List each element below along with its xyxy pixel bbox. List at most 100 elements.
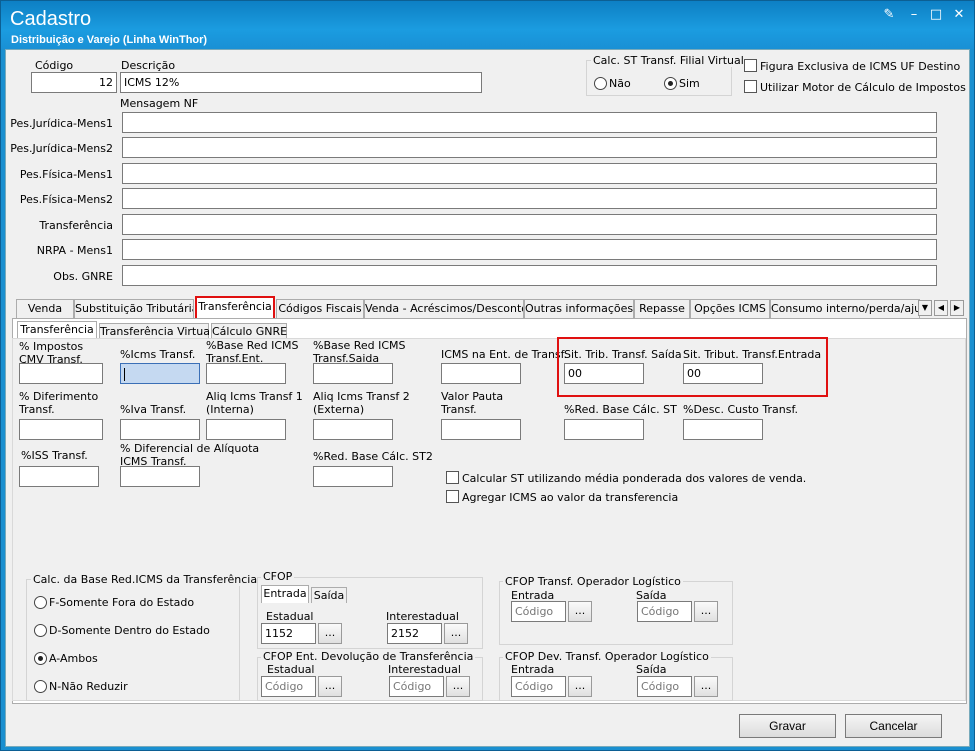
msg-input[interactable] <box>122 163 937 184</box>
cfop-dev-interestadual-lookup-button[interactable]: ... <box>446 676 470 697</box>
sit-trib-entrada-label: Sit. Tribut. Transf.Entrada <box>683 348 822 361</box>
icms-transf-input[interactable] <box>120 363 200 384</box>
tab-substituicao[interactable]: Substituição Tributária <box>74 299 194 319</box>
dif-aliquota-input[interactable] <box>120 466 200 487</box>
tab-repasse[interactable]: Repasse <box>634 299 690 319</box>
msg-input[interactable] <box>122 214 937 235</box>
cfop-dev-op-entrada-lookup-button[interactable]: ... <box>568 676 592 697</box>
close-icon[interactable]: ✕ <box>951 8 967 22</box>
msg-label: Pes.Física-Mens1 <box>19 168 113 181</box>
cfop-dev-op-saida-input[interactable]: Código <box>637 676 692 697</box>
radio-ambos[interactable] <box>34 652 47 665</box>
radio-sim-label: Sim <box>679 77 700 90</box>
icms-ent-transf-input[interactable] <box>441 363 521 384</box>
tab-venda[interactable]: Venda <box>16 299 74 319</box>
tab-transferencia[interactable]: Transferência <box>195 296 275 320</box>
radio-fora-estado-label: F-Somente Fora do Estado <box>49 596 195 609</box>
cfop-op-entrada-lookup-button[interactable]: ... <box>568 601 592 622</box>
radio-nao[interactable] <box>594 77 607 90</box>
red-base-st-label: %Red. Base Cálc. ST <box>564 403 677 416</box>
maximize-icon[interactable]: □ <box>928 8 944 22</box>
msg-input[interactable] <box>122 239 937 260</box>
cfop-estadual-input[interactable]: 1152 <box>261 623 316 644</box>
title-bar: Cadastro Distribuição e Varejo (Linha Wi… <box>1 1 974 49</box>
descricao-input[interactable]: ICMS 12% <box>120 72 482 93</box>
msg-input[interactable] <box>122 137 937 158</box>
cfop-tab-entrada[interactable]: Entrada <box>261 585 309 603</box>
tab-venda-acrescimos[interactable]: Venda - Acréscimos/Descontos <box>364 299 524 319</box>
radio-nao-reduzir[interactable] <box>34 680 47 693</box>
mensagem-nf-label: Mensagem NF <box>120 97 199 110</box>
cfop-interestadual-label: Interestadual <box>386 610 459 623</box>
diferimento-input[interactable] <box>19 419 103 440</box>
calc-st-media-checkbox[interactable] <box>446 471 459 484</box>
tab-scroll-right-icon[interactable]: ▶ <box>950 300 964 316</box>
cfop-dev-interestadual-input[interactable]: Código <box>389 676 444 697</box>
msg-input[interactable] <box>122 188 937 209</box>
tab-outras-informacoes[interactable]: Outras informações <box>524 299 634 319</box>
motor-calculo-checkbox[interactable] <box>744 80 757 93</box>
cfop-op-saida-input[interactable]: Código <box>637 601 692 622</box>
figura-exclusiva-checkbox[interactable] <box>744 59 757 72</box>
msg-label: Transferência <box>39 219 113 232</box>
cfop-dev-op-saida-lookup-button[interactable]: ... <box>694 676 718 697</box>
minimize-icon[interactable]: – <box>906 8 922 22</box>
gravar-button[interactable]: Gravar <box>739 714 836 738</box>
msg-label: Pes.Física-Mens2 <box>19 193 113 206</box>
base-red-saida-input[interactable] <box>313 363 393 384</box>
cfop-dev-op-saida-label: Saída <box>636 663 667 676</box>
radio-dentro-estado[interactable] <box>34 624 47 637</box>
radio-nao-label: Não <box>609 77 631 90</box>
msg-label: Pes.Jurídica-Mens2 <box>10 142 113 155</box>
cancelar-button[interactable]: Cancelar <box>845 714 942 738</box>
cfop-interestadual-input[interactable]: 2152 <box>387 623 442 644</box>
red-base-st-input[interactable] <box>564 419 644 440</box>
msg-input[interactable] <box>122 112 937 133</box>
cfop-op-title: CFOP Transf. Operador Logístico <box>503 575 683 588</box>
cfop-dev-estadual-input[interactable]: Código <box>261 676 316 697</box>
iva-transf-input[interactable] <box>120 419 200 440</box>
tab-dropdown-icon[interactable]: ▼ <box>918 300 932 316</box>
cfop-op-entrada-input[interactable]: Código <box>511 601 566 622</box>
cfop-op-saida-lookup-button[interactable]: ... <box>694 601 718 622</box>
cfop-dev-op-entrada-input[interactable]: Código <box>511 676 566 697</box>
valor-pauta-input[interactable] <box>441 419 521 440</box>
cfop-dev-op-title: CFOP Dev. Transf. Operador Logístico <box>503 650 711 663</box>
aliq1-label: Aliq Icms Transf 1 (Interna) <box>206 390 303 416</box>
base-red-saida-label: %Base Red ICMS Transf.Saida <box>313 339 406 365</box>
tab-scroll-left-icon[interactable]: ◀ <box>934 300 948 316</box>
window-title: Cadastro <box>10 8 92 30</box>
figura-exclusiva-label: Figura Exclusiva de ICMS UF Destino <box>760 60 961 73</box>
msg-label: Obs. GNRE <box>53 270 113 283</box>
iss-transf-input[interactable] <box>19 466 99 487</box>
codigo-input[interactable]: 12 <box>31 72 117 93</box>
aliq1-input[interactable] <box>206 419 286 440</box>
iva-transf-label: %Iva Transf. <box>120 403 187 416</box>
dif-aliquota-label: % Diferencial de Alíquota ICMS Transf. <box>120 442 260 468</box>
cfop-tab-saida[interactable]: Saída <box>311 587 347 603</box>
icms-transf-label: %Icms Transf. <box>120 348 196 361</box>
aliq2-input[interactable] <box>313 419 393 440</box>
tab-opcoes-icms[interactable]: Opções ICMS <box>690 299 770 319</box>
desc-custo-label: %Desc. Custo Transf. <box>683 403 799 416</box>
tab-consumo-interno[interactable]: Consumo interno/perda/ajuste <box>770 299 920 319</box>
sit-trib-saida-input[interactable]: 00 <box>564 363 644 384</box>
radio-sim[interactable] <box>664 77 677 90</box>
agregar-icms-checkbox[interactable] <box>446 490 459 503</box>
desc-custo-input[interactable] <box>683 419 763 440</box>
tab-codigos-fiscais[interactable]: Códigos Fiscais <box>276 299 364 319</box>
impostos-cmv-input[interactable] <box>19 363 103 384</box>
cfop-interestadual-lookup-button[interactable]: ... <box>444 623 468 644</box>
agregar-icms-label: Agregar ICMS ao valor da transferencia <box>462 491 679 504</box>
edit-icon[interactable]: ✎ <box>881 8 897 22</box>
msg-label: Pes.Jurídica-Mens1 <box>10 117 113 130</box>
base-red-ent-input[interactable] <box>206 363 286 384</box>
cfop-estadual-label: Estadual <box>266 610 314 623</box>
aliq2-label: Aliq Icms Transf 2 (Externa) <box>313 390 410 416</box>
cfop-estadual-lookup-button[interactable]: ... <box>318 623 342 644</box>
cfop-dev-estadual-lookup-button[interactable]: ... <box>318 676 342 697</box>
radio-fora-estado[interactable] <box>34 596 47 609</box>
sit-trib-entrada-input[interactable]: 00 <box>683 363 763 384</box>
red-base-st2-input[interactable] <box>313 466 393 487</box>
msg-input[interactable] <box>122 265 937 286</box>
